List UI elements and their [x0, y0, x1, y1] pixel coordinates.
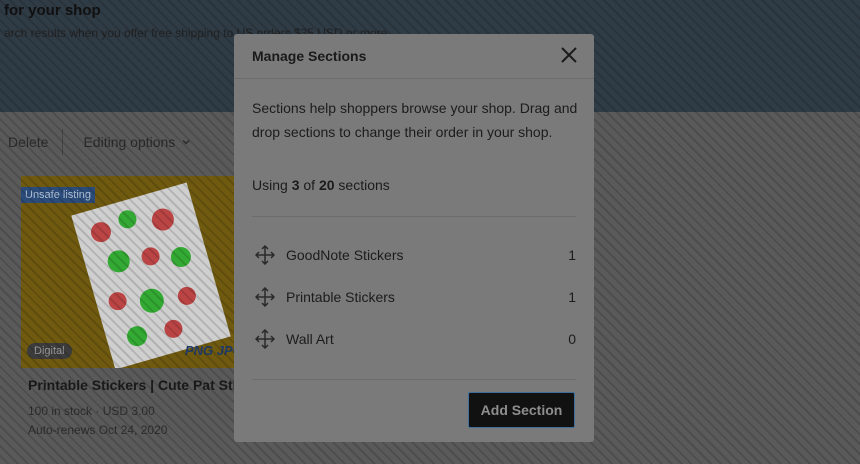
sticker-sheet-image	[71, 182, 231, 368]
page-heading: for your shop	[4, 2, 101, 19]
drag-handle-icon[interactable]	[255, 329, 275, 349]
sections-list: GoodNote Stickers 1 Printable Stickers 1…	[252, 234, 576, 360]
section-count: 1	[568, 289, 576, 305]
add-section-button[interactable]: Add Section	[468, 392, 575, 428]
chevron-down-icon	[182, 140, 190, 145]
section-row[interactable]: GoodNote Stickers 1	[252, 234, 576, 276]
drag-handle-icon[interactable]	[255, 287, 275, 307]
section-row[interactable]: Wall Art 0	[252, 318, 576, 360]
modal-description: Sections help shoppers browse your shop.…	[252, 100, 578, 140]
section-name: Wall Art	[286, 331, 334, 347]
usage-prefix: Using	[252, 177, 288, 193]
listing-price: USD 3.00	[102, 404, 155, 418]
close-icon[interactable]	[558, 44, 580, 66]
section-name: Printable Stickers	[286, 289, 395, 305]
listing-separator: ·	[95, 404, 103, 418]
drag-handle-icon[interactable]	[255, 245, 275, 265]
usage-suffix: sections	[338, 177, 390, 193]
section-row[interactable]: Printable Stickers 1	[252, 276, 576, 318]
listing-image[interactable]	[21, 176, 237, 368]
editing-options-label: Editing options	[83, 134, 176, 150]
divider	[252, 379, 576, 380]
divider	[252, 216, 576, 217]
section-name: GoodNote Stickers	[286, 247, 404, 263]
delete-button[interactable]: Delete	[0, 134, 62, 150]
sections-usage: Using 3 of 20 sections	[252, 177, 390, 193]
section-count: 1	[568, 247, 576, 263]
digital-badge: Digital	[27, 343, 72, 359]
listings-toolbar: Delete Editing options	[0, 126, 191, 158]
modal-title: Manage Sections	[252, 48, 367, 64]
manage-sections-modal: Manage Sections Sections help shoppers b…	[234, 34, 594, 442]
usage-used-count: 3	[291, 177, 300, 193]
listing-renewal: Auto-renews Oct 24, 2020	[28, 423, 168, 437]
listing-stock: 100 in stock	[28, 404, 93, 418]
usage-total-count: 20	[318, 177, 335, 193]
section-count: 0	[568, 331, 576, 347]
modal-header: Manage Sections	[234, 34, 594, 79]
usage-of: of	[303, 177, 316, 193]
unsafe-listing-badge: Unsafe listing	[21, 187, 96, 203]
editing-options-button[interactable]: Editing options	[63, 134, 191, 150]
listing-stock-price: 100 in stock · USD 3.00	[28, 404, 155, 418]
